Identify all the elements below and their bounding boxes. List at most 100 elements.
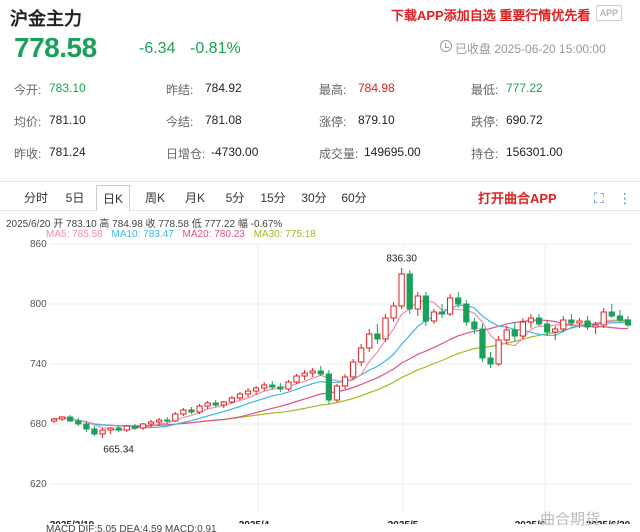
candle-body <box>479 328 486 359</box>
download-app-promo-link[interactable]: 下载APP添加自选 重要行情优先看 <box>391 5 590 24</box>
candle-body <box>123 425 130 431</box>
quote-label: 均价: <box>14 115 42 129</box>
quote-label: 最高: <box>319 83 347 97</box>
candle-body <box>446 297 454 315</box>
quote-label: 持仓: <box>471 147 499 161</box>
candle-body <box>131 425 139 429</box>
open-app-link[interactable]: 打开曲合APP <box>478 188 557 207</box>
x-tick-label: 2025/5 <box>388 520 419 524</box>
candle-body <box>333 385 341 401</box>
candle-body <box>277 386 284 390</box>
quote-value: -4730.00 <box>211 145 259 159</box>
ma5-label: MA5: 785.58 <box>46 229 103 240</box>
candle-body <box>196 405 203 413</box>
app-badge[interactable]: APP <box>596 5 622 21</box>
tab-period[interactable]: 周K <box>140 185 170 211</box>
ma20-line <box>53 319 629 427</box>
candle-body <box>212 402 219 406</box>
tab-period[interactable]: 60分 <box>339 185 369 211</box>
macd-legend: MACD DIF:5.05 DEA:4.59 MACD:0.91 <box>46 524 217 532</box>
candle-body <box>608 311 615 317</box>
tab-period[interactable]: 15分 <box>258 185 288 211</box>
quote-value: 777.22 <box>506 81 543 95</box>
candle-body <box>624 319 632 326</box>
candle-body <box>99 429 106 435</box>
quote-value: 781.08 <box>205 113 242 127</box>
clock-icon <box>440 40 452 52</box>
quote-label: 日增仓: <box>166 147 206 161</box>
candle-body <box>269 384 276 388</box>
candle-body <box>75 420 82 425</box>
kline-chart[interactable]: 620680740800860836.30665.342025/2/192025… <box>0 240 640 524</box>
candle-body <box>495 339 502 365</box>
ma10-label: MA10: 783.47 <box>111 229 174 240</box>
candle-body <box>349 361 357 378</box>
candle-body <box>552 328 559 333</box>
candle-body <box>155 419 163 423</box>
candle-body <box>568 319 575 324</box>
candle-body <box>91 428 98 435</box>
candle-body <box>487 357 494 365</box>
tab-period[interactable]: 5日 <box>61 185 89 211</box>
candle-body <box>560 319 567 330</box>
candle-body <box>58 416 66 420</box>
quote-label: 涨停: <box>319 115 347 129</box>
candle-body <box>471 321 478 330</box>
quote-label: 最低: <box>471 83 499 97</box>
candle-body <box>309 370 316 374</box>
high-annotation: 836.30 <box>386 254 417 265</box>
quote-label: 昨结: <box>166 83 194 97</box>
quote-value: 781.24 <box>49 145 86 159</box>
quote-value: 149695.00 <box>364 145 421 159</box>
more-icon[interactable]: ⋮ <box>618 190 632 207</box>
quote-value: 156301.00 <box>506 145 563 159</box>
quote-value: 783.10 <box>49 81 86 95</box>
candle-body <box>374 333 381 340</box>
candle-body <box>592 324 599 328</box>
candle-body <box>398 273 405 307</box>
candle-body <box>390 305 397 319</box>
x-tick-label: 2025/4 <box>239 520 270 524</box>
candle-body <box>463 303 470 323</box>
quote-value: 690.72 <box>506 113 543 127</box>
candle-body <box>317 370 324 375</box>
tab-period[interactable]: 30分 <box>299 185 329 211</box>
expand-icon[interactable]: ⛶ <box>594 190 604 207</box>
y-tick-label: 800 <box>30 299 47 310</box>
candle-body <box>228 397 236 403</box>
candle-body <box>67 416 74 422</box>
candle-body <box>543 323 551 333</box>
quote-value: 784.92 <box>205 81 242 95</box>
candle-body <box>107 427 114 431</box>
candle-body <box>188 409 195 413</box>
candle-body <box>244 390 252 395</box>
candle-body <box>261 384 268 389</box>
candle-body <box>438 311 446 315</box>
candle-body <box>382 317 389 340</box>
candle-body <box>252 387 260 392</box>
y-tick-label: 680 <box>30 419 47 430</box>
candle-body <box>366 333 373 349</box>
candle-info-line: 2025/6/20 开 783.10 高 784.98 收 778.58 低 7… <box>6 219 283 230</box>
candle-body <box>600 311 607 326</box>
ma30-line <box>53 320 629 427</box>
tab-period[interactable]: 分时 <box>22 185 50 211</box>
candle-body <box>139 423 147 429</box>
market-status: 已收盘 2025-06-20 15:00:00 <box>455 42 606 56</box>
candle-body <box>616 315 624 321</box>
candle-body <box>519 321 527 337</box>
candle-body <box>236 393 244 399</box>
tab-period[interactable]: 日K <box>96 185 130 211</box>
quote-value: 784.98 <box>358 81 395 95</box>
candle-body <box>301 372 308 377</box>
y-tick-label: 860 <box>30 240 47 250</box>
tab-period[interactable]: 月K <box>180 185 210 211</box>
candle-body <box>535 317 543 325</box>
y-tick-label: 620 <box>30 479 47 490</box>
candle-body <box>430 311 438 322</box>
tab-period[interactable]: 5分 <box>222 185 248 211</box>
candle-body <box>220 401 227 406</box>
candle-body <box>83 423 90 430</box>
candle-body <box>285 381 292 390</box>
quote-label: 今结: <box>166 115 194 129</box>
